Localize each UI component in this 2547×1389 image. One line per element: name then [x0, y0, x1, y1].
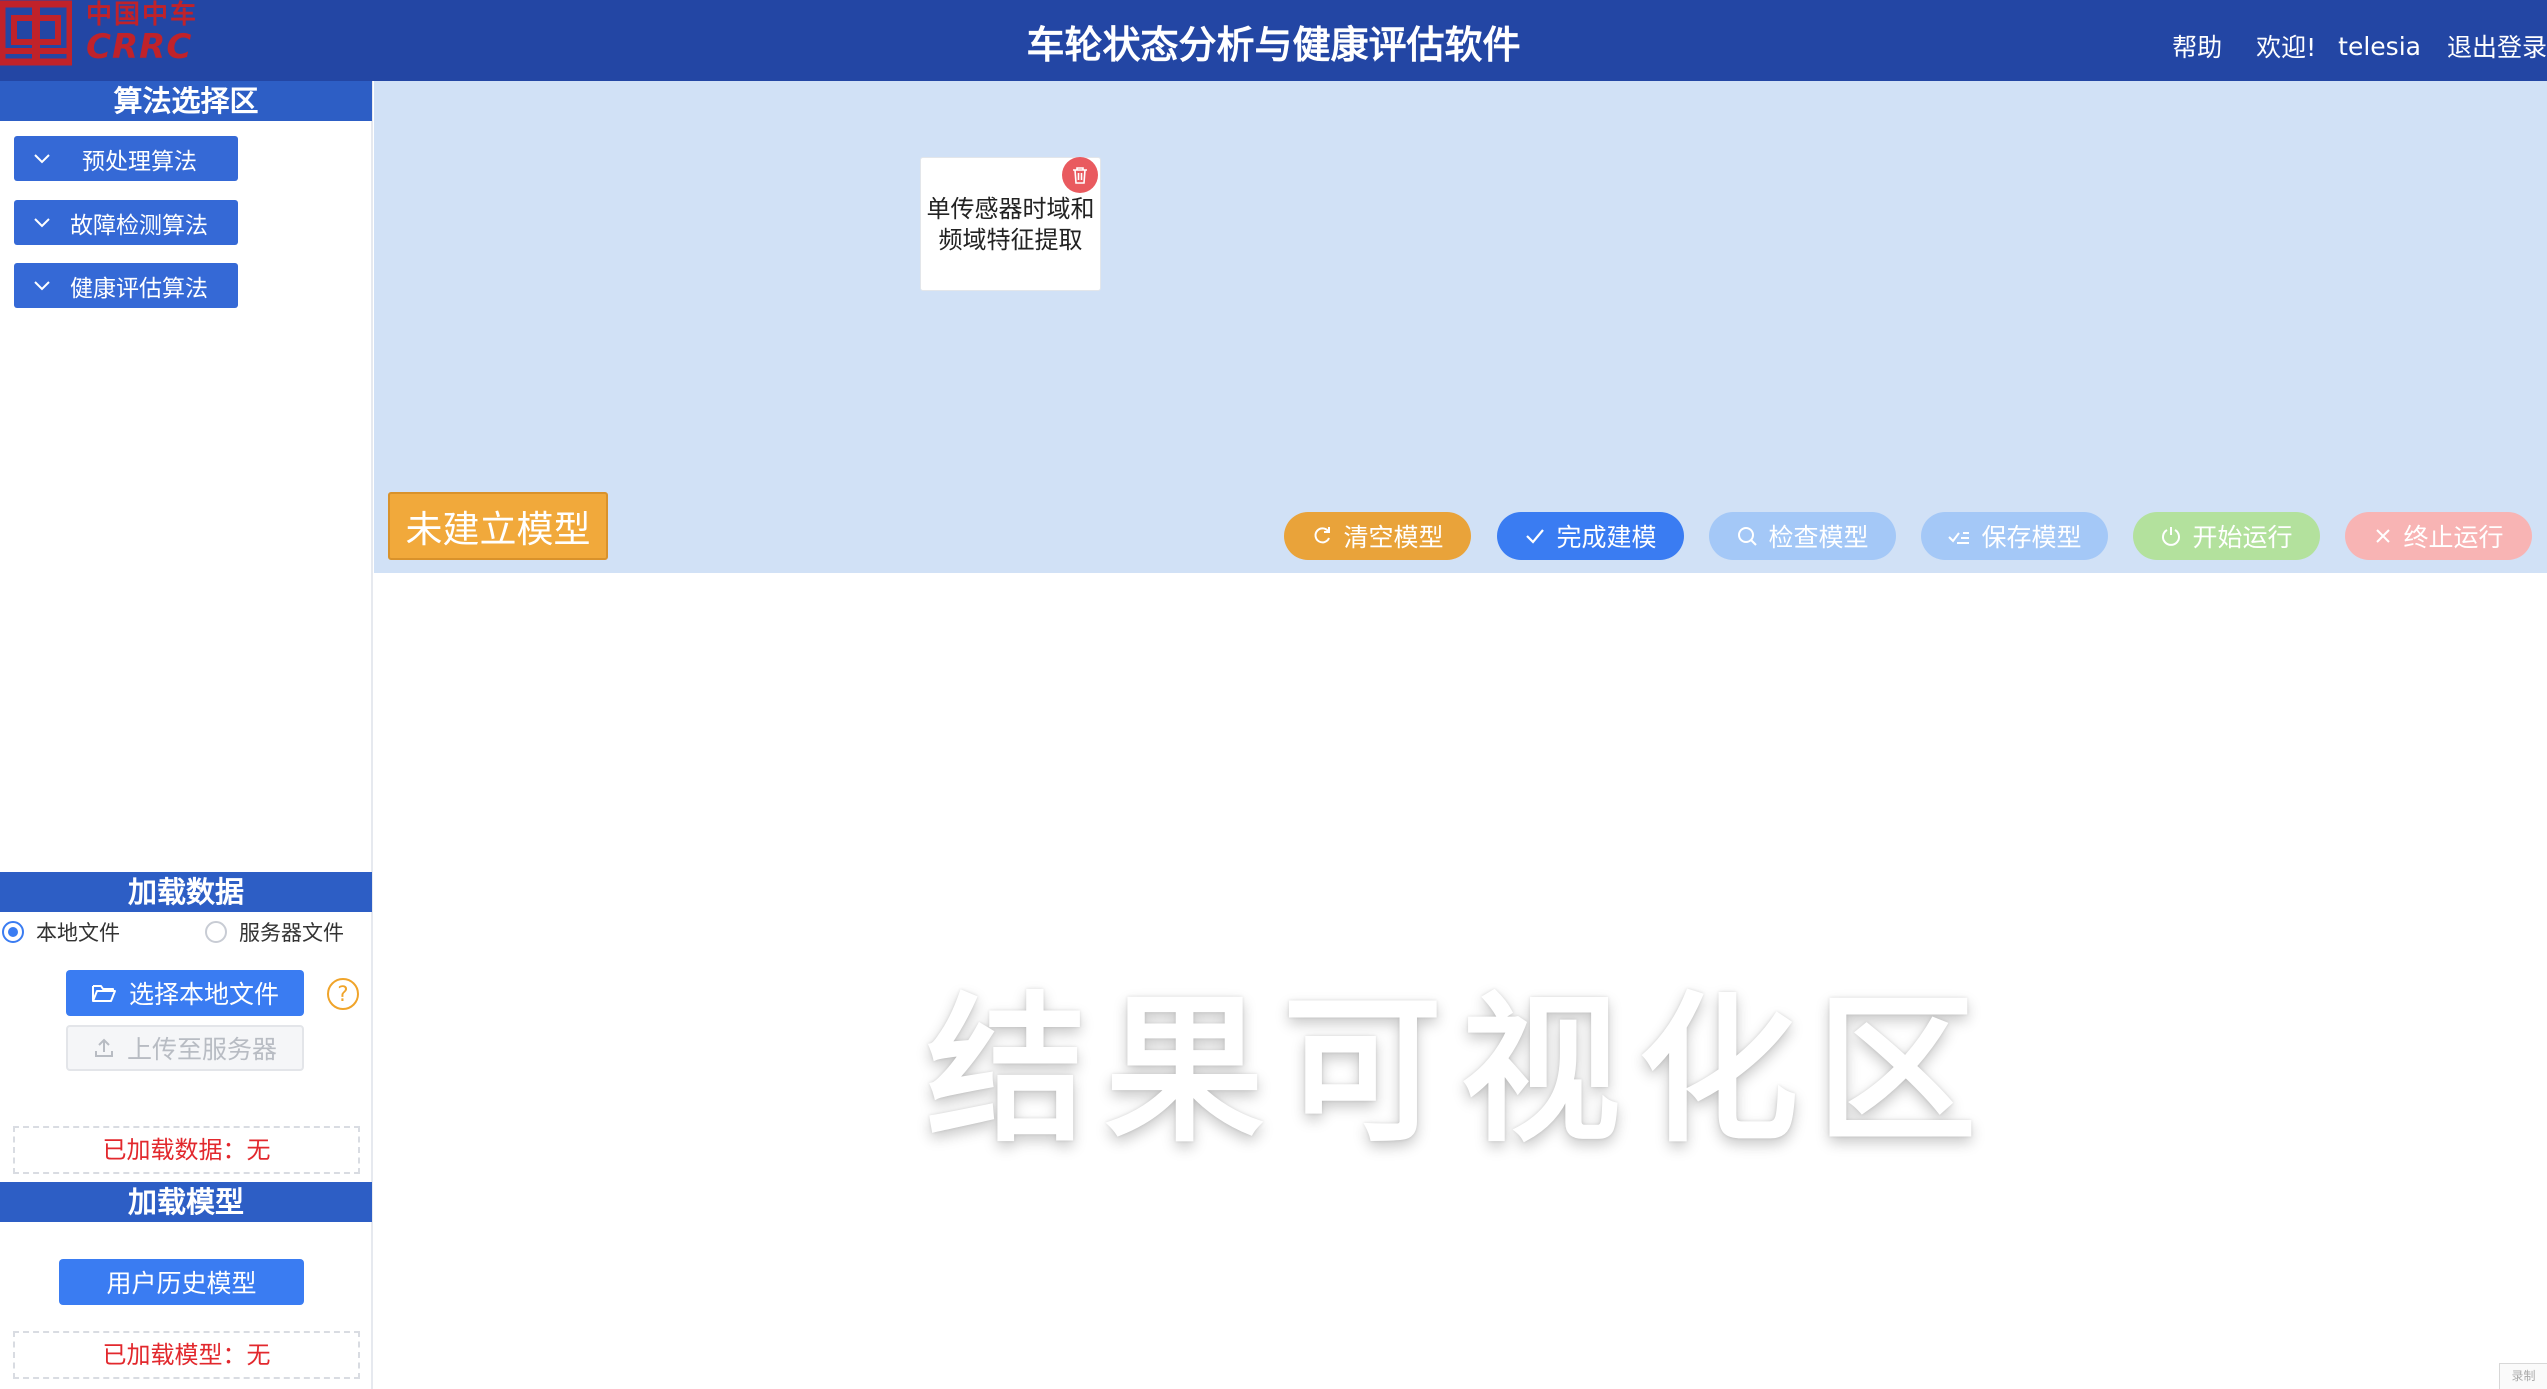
radio-unselected-icon: [205, 921, 227, 943]
check-icon: [1526, 529, 1545, 544]
chevron-down-icon: [14, 217, 70, 229]
check-model-button[interactable]: 检查模型: [1709, 512, 1896, 560]
preprocess-algo-button[interactable]: 预处理算法: [14, 136, 238, 181]
crrc-logo: 中国中车 CRRC: [0, 0, 198, 66]
loaded-model-status: 已加载模型：无: [13, 1331, 360, 1379]
username: telesia: [2338, 31, 2421, 61]
crrc-logo-mark-icon: [0, 0, 72, 66]
radio-local-file[interactable]: 本地文件: [2, 917, 120, 947]
app-title: 车轮状态分析与健康评估软件: [1026, 23, 1521, 67]
help-link[interactable]: 帮助: [2172, 28, 2222, 64]
modeling-canvas[interactable]: 单传感器时域和频域特征提取 未建立模型 清空模型 完成建模 检查模型 保存模型 …: [374, 81, 2547, 573]
health-eval-algo-label: 健康评估算法: [70, 275, 208, 302]
stop-run-button[interactable]: 终止运行: [2345, 512, 2532, 560]
load-data-title: 加载数据: [0, 872, 372, 912]
algo-section-title: 算法选择区: [0, 81, 372, 121]
stop-run-label: 终止运行: [2403, 523, 2504, 552]
select-local-file-button[interactable]: 选择本地文件: [66, 970, 304, 1016]
app-header: 中国中车 CRRC 车轮状态分析与健康评估软件 帮助 欢迎! telesia 退…: [0, 0, 2547, 81]
refresh-icon: [1315, 527, 1331, 544]
search-icon: [1738, 527, 1758, 546]
preprocess-algo-label: 预处理算法: [82, 148, 197, 175]
start-run-button[interactable]: 开始运行: [2133, 512, 2320, 560]
logo-cn-text: 中国中车: [86, 0, 199, 30]
welcome-text: 欢迎!: [2256, 33, 2317, 62]
result-visualization-area: 结果可视化区 录制: [374, 573, 2547, 1389]
user-menu: 帮助 欢迎! telesia 退出登录: [2172, 28, 2547, 64]
upload-to-server-button[interactable]: 上传至服务器: [66, 1025, 304, 1071]
trash-icon: [1073, 167, 1087, 184]
finish-modeling-label: 完成建模: [1556, 523, 1657, 552]
health-eval-algo-button[interactable]: 健康评估算法: [14, 263, 238, 308]
data-source-radio-group: 本地文件 服务器文件: [0, 913, 372, 947]
close-icon: [2376, 529, 2391, 543]
check-model-label: 检查模型: [1768, 523, 1869, 552]
clear-model-button[interactable]: 清空模型: [1284, 512, 1471, 560]
power-icon: [2162, 527, 2181, 546]
logo-en-text: CRRC: [86, 27, 193, 67]
save-model-button[interactable]: 保存模型: [1921, 512, 2108, 560]
loaded-data-status: 已加载数据：无: [13, 1126, 360, 1174]
chevron-down-icon: [14, 153, 70, 165]
chevron-down-icon: [14, 280, 70, 292]
finish-modeling-button[interactable]: 完成建模: [1497, 512, 1684, 560]
radio-selected-icon: [2, 921, 24, 943]
load-model-title: 加载模型: [0, 1182, 372, 1222]
clear-model-label: 清空模型: [1343, 523, 1444, 552]
fault-detect-algo-button[interactable]: 故障检测算法: [14, 200, 238, 245]
save-check-icon: [1948, 532, 1970, 544]
radio-server-file[interactable]: 服务器文件: [205, 917, 344, 947]
result-area-watermark: 结果可视化区: [926, 977, 1995, 1164]
folder-open-icon: [91, 985, 116, 1002]
upload-to-server-label: 上传至服务器: [126, 1035, 277, 1064]
help-question-icon[interactable]: ?: [327, 978, 359, 1010]
fault-detect-algo-label: 故障检测算法: [70, 212, 208, 239]
save-model-label: 保存模型: [1981, 523, 2082, 552]
radio-local-file-label: 本地文件: [36, 921, 120, 945]
upload-icon: [94, 1038, 113, 1057]
user-history-model-button[interactable]: 用户历史模型: [59, 1259, 304, 1305]
record-corner-tag[interactable]: 录制: [2499, 1363, 2547, 1389]
user-history-model-label: 用户历史模型: [106, 1269, 257, 1298]
select-local-file-label: 选择本地文件: [128, 980, 279, 1009]
model-status-badge: 未建立模型: [388, 492, 608, 560]
logout-link[interactable]: 退出登录: [2447, 28, 2547, 64]
start-run-label: 开始运行: [2192, 523, 2293, 552]
radio-server-file-label: 服务器文件: [239, 921, 344, 945]
delete-node-button[interactable]: [1062, 157, 1098, 193]
